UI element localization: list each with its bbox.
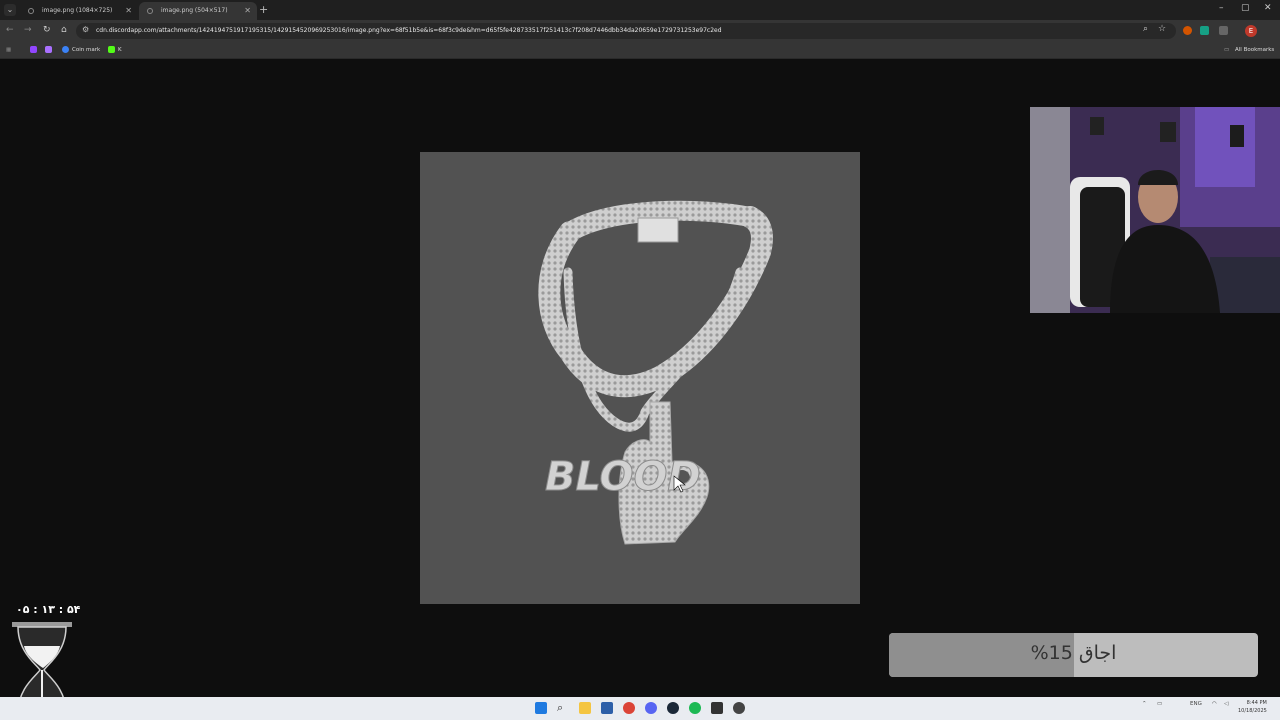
new-tab-button[interactable]: + — [259, 2, 268, 18]
extensions-puzzle-icon[interactable] — [1219, 26, 1228, 35]
chain-pendant-image: BLOOD — [538, 200, 773, 545]
vscode-like-icon[interactable] — [601, 702, 613, 714]
discord-icon[interactable] — [645, 702, 657, 714]
minimize-button[interactable]: – — [1219, 3, 1224, 13]
progress-label: اجاق 15% — [1030, 642, 1117, 664]
all-bookmarks[interactable]: All Bookmarks — [1235, 42, 1274, 58]
taskbar: ⌕ ⌃ ▭ ENG ◠ ◁ 8:44 PM 10/18/2025 — [0, 697, 1280, 720]
close-tab-icon[interactable]: ✕ — [125, 2, 132, 19]
extension-icon[interactable] — [1200, 26, 1209, 35]
tab-image-2[interactable]: image.png (504×517) ✕ — [139, 2, 257, 20]
tray-chevron-icon[interactable]: ⌃ — [1142, 701, 1147, 707]
globe-icon — [28, 8, 34, 14]
back-icon[interactable]: ← — [6, 25, 14, 35]
zoom-icon[interactable]: ⌕ — [1143, 24, 1148, 34]
heart-shield-icon[interactable] — [45, 46, 52, 53]
tab-strip: ⌄ image.png (1084×725) ✕ image.png (504×… — [0, 0, 1280, 20]
tab-image-1[interactable]: image.png (1084×725) ✕ — [20, 2, 138, 20]
tab-search-button[interactable]: ⌄ — [4, 4, 16, 16]
file-explorer-icon[interactable] — [579, 702, 591, 714]
steam-icon[interactable] — [667, 702, 679, 714]
bookmark-star-icon[interactable]: ☆ — [1158, 24, 1166, 34]
forward-icon[interactable]: → — [24, 25, 32, 35]
profile-avatar[interactable]: E — [1245, 25, 1257, 37]
terminal-icon[interactable] — [711, 702, 723, 714]
close-tab-icon[interactable]: ✕ — [244, 2, 251, 19]
windows-start-icon[interactable] — [535, 702, 547, 714]
maximize-button[interactable]: ▢ — [1241, 3, 1250, 13]
tab-title: image.png (1084×725) — [42, 7, 113, 14]
progress-bar: اجاق 15% — [889, 633, 1258, 677]
stream-timer: ۰۵ : ۱۳ : ۵۴ — [16, 603, 81, 616]
twitch-icon[interactable] — [30, 46, 37, 53]
network-icon[interactable]: ▭ — [1157, 701, 1162, 707]
kick-icon — [108, 46, 115, 53]
chrome-icon[interactable] — [623, 702, 635, 714]
record-icon[interactable] — [733, 702, 745, 714]
wifi-icon[interactable]: ◠ — [1212, 701, 1217, 707]
reload-icon[interactable]: ↻ — [43, 25, 51, 35]
browser-toolbar: ← → ↻ ⌂ ⚙ cdn.discordapp.com/attachments… — [0, 20, 1280, 42]
spotify-icon[interactable] — [689, 702, 701, 714]
url-text: cdn.discordapp.com/attachments/142419475… — [96, 27, 722, 34]
coin-icon — [62, 46, 69, 53]
address-bar[interactable]: ⚙ cdn.discordapp.com/attachments/1424194… — [76, 23, 1176, 39]
bookmark-coin-mark[interactable]: Coin mark — [72, 42, 100, 58]
image-viewer[interactable]: BLOOD — [420, 152, 860, 604]
bookmarks-bar: ▦ Coin mark K ▭ All Bookmarks — [0, 42, 1280, 59]
volume-icon[interactable]: ◁ — [1224, 701, 1228, 707]
site-info-icon[interactable]: ⚙ — [82, 25, 89, 34]
tab-title: image.png (504×517) — [161, 7, 228, 14]
home-icon[interactable]: ⌂ — [61, 25, 67, 35]
system-clock[interactable]: 8:44 PM 10/18/2025 — [1238, 699, 1267, 715]
globe-icon — [147, 8, 153, 14]
close-window-button[interactable]: ✕ — [1264, 3, 1272, 13]
language-indicator[interactable]: ENG — [1190, 701, 1202, 707]
folder-icon: ▭ — [1224, 47, 1230, 53]
extension-icon[interactable] — [1183, 26, 1192, 35]
search-icon[interactable]: ⌕ — [557, 702, 569, 714]
apps-grid-icon[interactable]: ▦ — [6, 42, 11, 58]
webcam-feed — [1030, 107, 1280, 313]
bookmark-k[interactable]: K — [118, 42, 122, 58]
svg-text:BLOOD: BLOOD — [545, 454, 701, 500]
